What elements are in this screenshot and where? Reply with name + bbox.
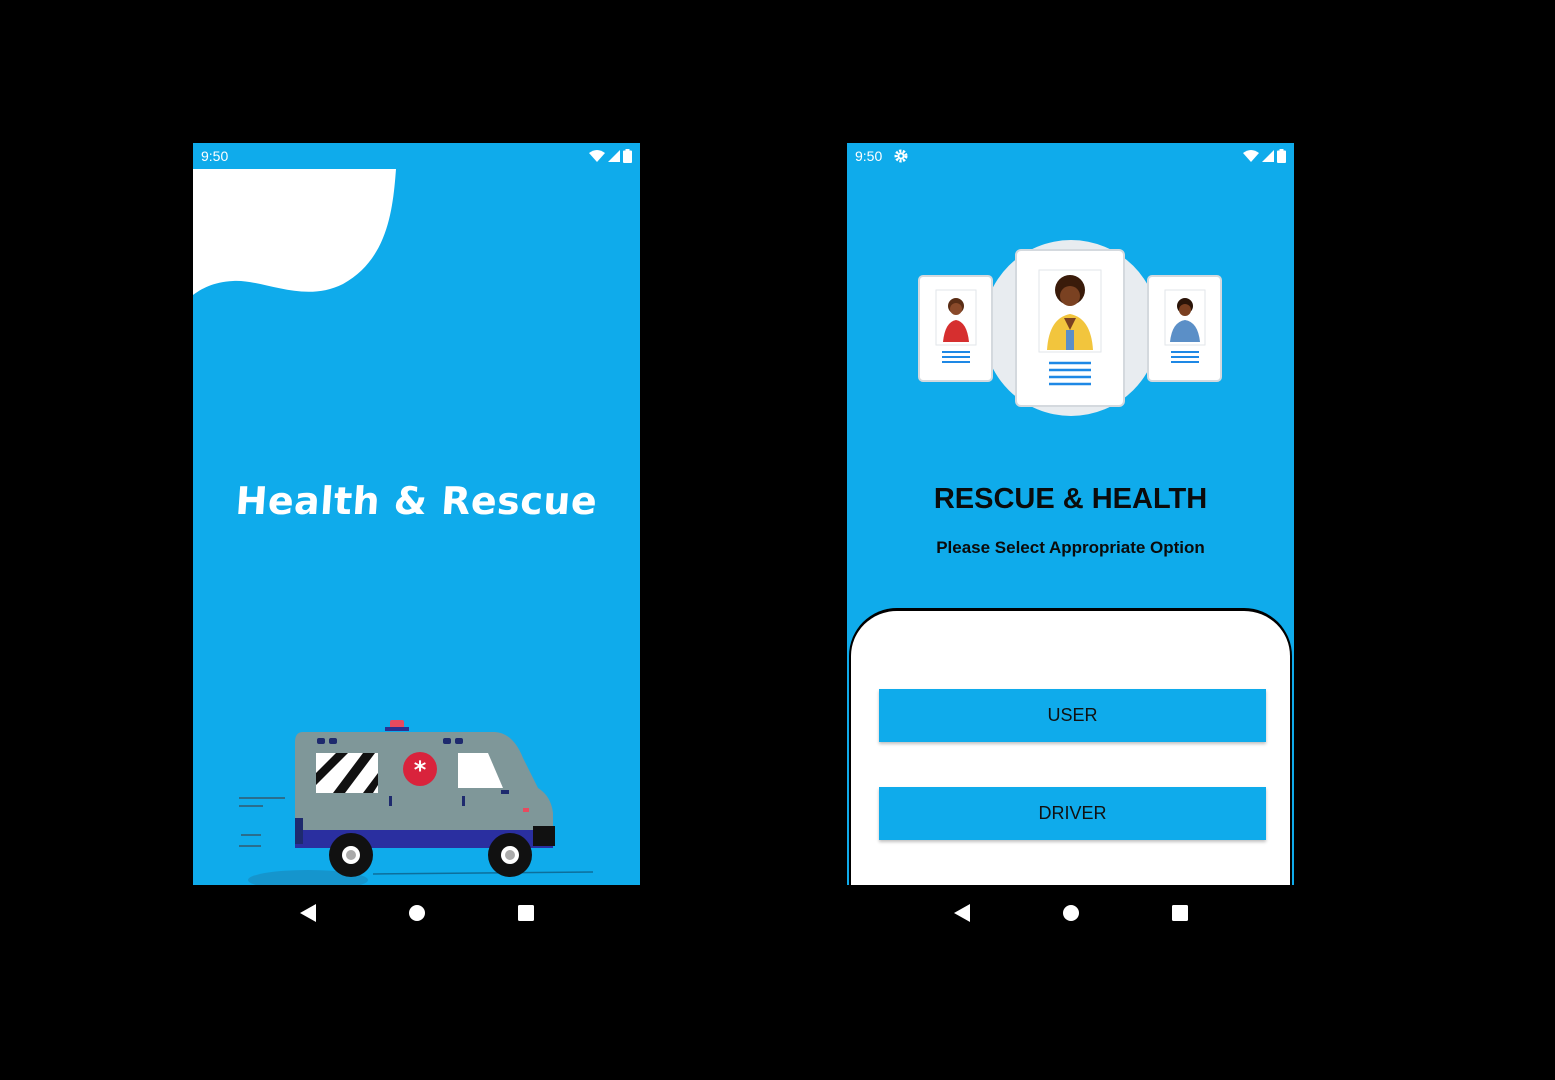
home-icon (408, 905, 425, 921)
home-button[interactable] (1059, 901, 1083, 925)
recents-button[interactable] (1168, 901, 1192, 925)
settings-icon (894, 149, 908, 163)
phone-splash: 9:50 Health & Rescue * (193, 143, 640, 943)
signal-icon (608, 150, 620, 162)
navigation-bar (847, 885, 1294, 941)
svg-text:*: * (414, 756, 427, 784)
splash-title: Health & Rescue (234, 479, 599, 523)
status-bar: 9:50 (193, 143, 640, 169)
profile-cards-illustration (918, 240, 1222, 416)
instruction-text: Please Select Appropriate Option (936, 538, 1205, 557)
wifi-icon (589, 150, 605, 162)
back-icon (953, 904, 970, 922)
back-button[interactable] (296, 901, 320, 925)
recents-icon (517, 905, 534, 921)
back-button[interactable] (950, 901, 974, 925)
ambulance-illustration: * (239, 720, 594, 885)
wifi-icon (1243, 150, 1259, 162)
splash-screen: 9:50 Health & Rescue * (193, 143, 640, 885)
app-title: RESCUE & HEALTH (933, 483, 1208, 515)
phone-select-option: 9:50 RESCUE & HEALTH Please Select Appro… (847, 143, 1294, 943)
recents-icon (1171, 905, 1188, 921)
battery-icon (1277, 149, 1286, 163)
recents-button[interactable] (514, 901, 538, 925)
select-option-screen: 9:50 RESCUE & HEALTH Please Select Appro… (847, 143, 1294, 885)
wave-shape (193, 169, 396, 295)
status-time: 9:50 (855, 148, 883, 164)
home-button[interactable] (405, 901, 429, 925)
user-button[interactable]: USER (879, 689, 1266, 742)
status-bar: 9:50 (847, 143, 1294, 169)
home-icon (1062, 905, 1079, 921)
status-time: 9:50 (201, 148, 229, 164)
options-panel: USER DRIVER (849, 608, 1292, 885)
navigation-bar (193, 885, 640, 941)
back-icon (299, 904, 316, 922)
driver-button[interactable]: DRIVER (879, 787, 1266, 840)
signal-icon (1262, 150, 1274, 162)
battery-icon (623, 149, 632, 163)
